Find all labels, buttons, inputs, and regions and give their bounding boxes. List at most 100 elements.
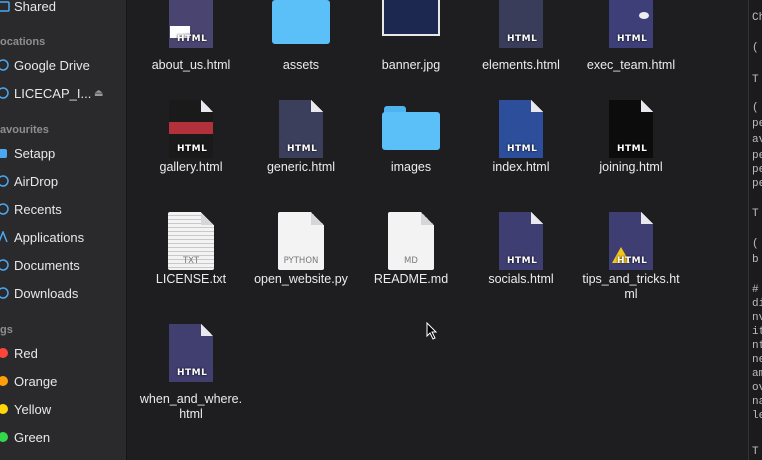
file-item[interactable]: HTML socials.html <box>466 212 576 287</box>
file-item[interactable]: HTML generic.html <box>246 100 356 175</box>
file-item[interactable]: images <box>356 100 466 175</box>
file-name: images <box>390 160 432 174</box>
file-name: assets <box>282 58 320 72</box>
edge-text: let <box>752 410 762 422</box>
edge-text: ( <box>752 42 759 54</box>
sidebar-item-google-drive[interactable]: Google Drive <box>0 54 126 76</box>
edge-text: ( <box>752 102 759 114</box>
edge-text: ( <box>752 238 759 250</box>
edge-text: b <box>752 254 759 266</box>
edge-text: na <box>752 396 762 408</box>
sidebar-item-label: Recents <box>14 201 62 217</box>
file-item[interactable]: banner.jpg <box>356 0 466 73</box>
file-item[interactable]: HTML when_and_where. html <box>136 324 246 422</box>
cloud-drive-icon <box>0 58 11 72</box>
file-name: LICENSE.txt <box>155 272 227 286</box>
file-item[interactable]: MD README.md <box>356 212 466 287</box>
edge-text: # <box>752 284 759 296</box>
html-file-icon: HTML <box>499 100 543 158</box>
file-name: exec_team.html <box>586 58 676 72</box>
file-item[interactable]: assets <box>246 0 356 73</box>
file-item[interactable]: PYTHON open_website.py <box>246 212 356 287</box>
folder-icon <box>382 100 440 158</box>
green-tag-dot-icon <box>0 432 8 442</box>
sidebar-item-label: LICECAP_I... <box>14 85 92 101</box>
file-name: when_and_where. html <box>139 392 243 421</box>
image-file-icon <box>382 0 440 36</box>
sidebar-item-label: Downloads <box>14 285 79 301</box>
file-item[interactable]: HTML tips_and_tricks.ht ml <box>576 212 686 302</box>
download-icon <box>0 286 11 300</box>
file-name: banner.jpg <box>381 58 441 72</box>
document-icon <box>0 258 11 272</box>
html-file-icon: HTML <box>169 0 213 48</box>
locations-heading: ocations <box>0 36 46 48</box>
markdown-file-icon: MD <box>388 212 434 270</box>
file-item[interactable]: TXT LICENSE.txt <box>136 212 246 287</box>
sidebar-item-documents[interactable]: Documents <box>0 254 126 276</box>
html-file-icon: HTML <box>609 212 653 270</box>
sidebar-item-downloads[interactable]: Downloads <box>0 282 126 304</box>
html-file-icon: HTML <box>279 100 323 158</box>
sidebar-item-setapp[interactable]: Setapp <box>0 142 126 164</box>
eject-icon[interactable]: ⏏ <box>94 88 103 99</box>
file-item[interactable]: HTML joining.html <box>576 100 686 175</box>
disk-icon <box>0 86 11 100</box>
edge-text: T <box>752 208 759 220</box>
file-name: about_us.html <box>151 58 231 72</box>
edge-text: ite <box>752 326 762 338</box>
html-file-icon: HTML <box>499 0 543 48</box>
edge-text: nv <box>752 312 762 324</box>
file-item[interactable]: HTML index.html <box>466 100 576 175</box>
sidebar: Shared ocations Google Drive LICECAP_I..… <box>0 0 127 460</box>
sidebar-item-label: AirDrop <box>14 173 59 189</box>
sidebar-item-label: Orange <box>14 373 58 389</box>
file-item[interactable]: HTML gallery.html <box>136 100 246 175</box>
edge-text: T <box>752 446 759 458</box>
red-tag-dot-icon <box>0 348 8 358</box>
sidebar-tag-red[interactable]: Red <box>0 342 126 364</box>
file-name: elements.html <box>482 58 560 72</box>
sidebar-item-shared[interactable]: Shared <box>0 0 126 17</box>
text-file-icon: TXT <box>168 212 214 270</box>
edge-text: avi <box>752 134 762 146</box>
file-item[interactable]: HTML about_us.html <box>136 0 246 73</box>
sidebar-item-label: Setapp <box>14 145 56 161</box>
html-file-icon: HTML <box>499 212 543 270</box>
airdrop-icon <box>0 174 11 188</box>
setapp-icon <box>0 146 11 160</box>
file-name: README.md <box>373 272 449 286</box>
file-grid: HTML about_us.html assets banner.jpg HTM… <box>127 0 748 460</box>
sidebar-item-label: Red <box>14 345 38 361</box>
sidebar-item-applications[interactable]: Applications <box>0 226 126 248</box>
file-name: gallery.html <box>159 160 223 174</box>
edge-text: dir <box>752 298 762 310</box>
file-name: open_website.py <box>254 272 348 286</box>
html-file-icon: HTML <box>609 100 653 158</box>
sidebar-item-label: Google Drive <box>14 57 90 73</box>
sidebar-item-label: Shared <box>14 0 56 14</box>
sidebar-tag-yellow[interactable]: Yellow <box>0 398 126 420</box>
sidebar-item-recents[interactable]: Recents <box>0 198 126 220</box>
edge-text: pe <box>752 150 762 162</box>
sidebar-item-label: Yellow <box>14 401 52 417</box>
file-name: tips_and_tricks.ht ml <box>582 272 680 301</box>
sidebar-item-airdrop[interactable]: AirDrop <box>0 170 126 192</box>
mouse-cursor-icon <box>426 322 438 340</box>
html-file-icon: HTML <box>609 0 653 48</box>
edge-text: pe <box>752 118 762 130</box>
adjacent-window-edge: Ch ( T ( pe avi pe pe pe T ( b # dir nv … <box>748 0 762 460</box>
file-item[interactable]: HTML elements.html <box>466 0 576 73</box>
edge-text: pe <box>752 164 762 176</box>
edge-text: pe <box>752 178 762 190</box>
sidebar-tag-orange[interactable]: Orange <box>0 370 126 392</box>
sidebar-tag-green[interactable]: Green <box>0 426 126 448</box>
file-name: index.html <box>492 160 550 174</box>
sidebar-item-licecap[interactable]: LICECAP_I... ⏏ <box>0 82 126 104</box>
sidebar-item-label: Applications <box>14 229 85 245</box>
edge-text: ov <box>752 382 762 394</box>
sidebar-item-label: Green <box>14 429 51 445</box>
file-name: socials.html <box>488 272 554 286</box>
favourites-heading: avourites <box>0 124 49 136</box>
file-item[interactable]: HTML exec_team.html <box>576 0 686 73</box>
